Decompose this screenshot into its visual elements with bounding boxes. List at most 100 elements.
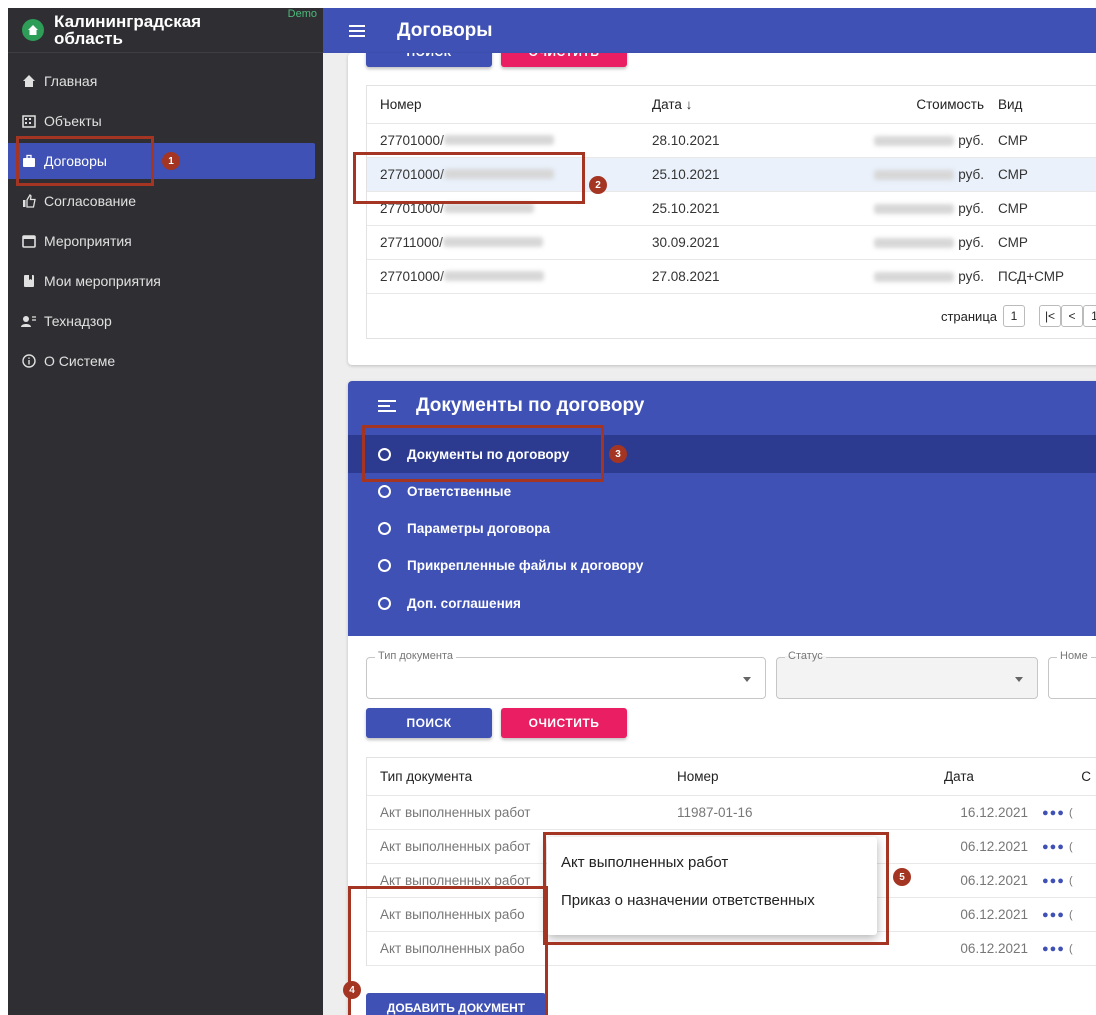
top-app-bar: Договоры: [323, 8, 1096, 53]
table-header: Тип документа Номер Дата С: [367, 758, 1096, 796]
add-document-menu: Акт выполненных работ Приказ о назначени…: [547, 837, 877, 935]
subnav-responsible[interactable]: Ответственные: [348, 472, 1096, 510]
annotation-badge-3: 3: [609, 445, 627, 463]
home-logo-icon[interactable]: [22, 19, 44, 41]
chevron-down-icon: [743, 677, 751, 682]
subnav-parameters[interactable]: Параметры договора: [348, 509, 1096, 547]
more-icon[interactable]: ●●●: [1042, 943, 1065, 955]
redacted: [442, 237, 543, 247]
contract-type: СМР: [998, 201, 1028, 216]
doc-clear-button[interactable]: очистить: [501, 708, 627, 738]
radio-icon: [378, 521, 391, 535]
redacted: [443, 135, 554, 145]
radio-icon: [378, 484, 391, 498]
column-doc-type[interactable]: Тип документа: [367, 769, 677, 784]
sidebar-item-label: О Системе: [44, 353, 116, 369]
building-icon: [20, 112, 38, 130]
extra-cell: (: [1069, 942, 1074, 955]
subnav-documents[interactable]: Документы по договору: [348, 435, 1096, 473]
contract-currency: руб.: [958, 201, 984, 216]
sidebar-item-objects[interactable]: Объекты: [8, 101, 323, 141]
contract-currency: руб.: [958, 167, 984, 182]
doc-date-cell: 06.12.2021: [960, 907, 1028, 922]
brand: Калининградская область Demo: [8, 8, 323, 53]
contracts-table: Номер Дата ↓ Стоимость Вид 27701000/ 28.…: [366, 85, 1096, 339]
extra-cell: (: [1069, 806, 1074, 819]
table-row[interactable]: 27711000/ 30.09.2021 руб. СМР: [367, 226, 1096, 260]
sidebar-item-supervision[interactable]: Технадзор: [8, 301, 323, 341]
table-row[interactable]: 27701000/ 27.08.2021 руб. ПСД+СМР: [367, 260, 1096, 294]
more-icon[interactable]: ●●●: [1042, 875, 1065, 887]
doc-type-select[interactable]: Тип документа: [366, 650, 766, 699]
column-type[interactable]: Вид: [992, 97, 1096, 112]
redacted: [874, 169, 955, 180]
column-date[interactable]: Дата ↓: [652, 97, 842, 112]
sidebar-item-label: Технадзор: [44, 313, 112, 329]
home-icon: [20, 72, 38, 90]
table-row[interactable]: Акт выполненных рабо 06.12.2021 ●●● (: [367, 932, 1096, 966]
first-page-button[interactable]: |<: [1039, 305, 1061, 327]
table-header: Номер Дата ↓ Стоимость Вид: [367, 86, 1096, 124]
column-doc-date[interactable]: Дата: [927, 769, 1042, 784]
contract-currency: руб.: [958, 235, 984, 250]
sidebar-item-about[interactable]: О Системе: [8, 341, 323, 381]
column-cost[interactable]: Стоимость: [842, 97, 992, 112]
contract-date: 30.09.2021: [652, 235, 720, 250]
demo-badge: Demo: [287, 8, 317, 20]
number-label: Номе: [1057, 650, 1091, 662]
contract-date: 28.10.2021: [652, 133, 720, 148]
add-document-button[interactable]: ДОБАВИТЬ ДОКУМЕНТ: [366, 993, 546, 1015]
page-number-button[interactable]: 1: [1083, 305, 1096, 327]
page-input[interactable]: 1: [1003, 305, 1025, 327]
doc-type-label: Тип документа: [375, 650, 457, 662]
redacted: [874, 203, 955, 214]
documents-title: Документы по договору: [416, 395, 645, 416]
doc-type-cell: Акт выполненных работ: [380, 805, 531, 820]
contract-number: 27701000/: [380, 269, 444, 284]
sidebar-item-events[interactable]: Мероприятия: [8, 221, 323, 261]
contract-currency: руб.: [958, 133, 984, 148]
calendar-icon: [20, 232, 38, 250]
column-doc-number[interactable]: Номер: [677, 769, 927, 784]
subnav-label: Ответственные: [407, 483, 512, 499]
contract-type: СМР: [998, 235, 1028, 250]
doc-search-button[interactable]: поиск: [366, 708, 492, 738]
subnav-label: Параметры договора: [407, 520, 551, 536]
brand-title: Калининградская область: [54, 12, 202, 48]
number-field[interactable]: Номе: [1048, 650, 1096, 699]
more-icon[interactable]: ●●●: [1042, 909, 1065, 921]
radio-icon: [378, 447, 391, 461]
prev-page-button[interactable]: <: [1061, 305, 1083, 327]
column-extra: С: [1081, 769, 1092, 784]
sidebar-item-my-events[interactable]: Мои мероприятия: [8, 261, 323, 301]
subnav-files[interactable]: Прикрепленные файлы к договору: [348, 546, 1096, 584]
column-number[interactable]: Номер: [367, 97, 652, 112]
table-row-selected[interactable]: 27701000/ 25.10.2021 руб. СМР: [367, 158, 1096, 192]
sidebar-item-approval[interactable]: Согласование: [8, 181, 323, 221]
search-button[interactable]: поиск: [366, 53, 492, 67]
doc-number-cell: 11987-01-16: [677, 805, 753, 820]
status-select[interactable]: Статус: [776, 650, 1038, 699]
redacted: [443, 271, 544, 281]
table-row[interactable]: 27701000/ 25.10.2021 руб. СМР: [367, 192, 1096, 226]
table-row[interactable]: 27701000/ 28.10.2021 руб. СМР: [367, 124, 1096, 158]
page-title: Договоры: [397, 19, 493, 41]
more-icon[interactable]: ●●●: [1042, 807, 1065, 819]
table-row[interactable]: Акт выполненных работ 11987-01-16 16.12.…: [367, 796, 1096, 830]
briefcase-icon: [20, 152, 38, 170]
menu-icon[interactable]: [349, 22, 365, 40]
sidebar-item-home[interactable]: Главная: [8, 61, 323, 101]
redacted: [874, 237, 955, 248]
extra-cell: (: [1069, 874, 1074, 887]
annotation-badge-4: 4: [343, 981, 361, 999]
more-icon[interactable]: ●●●: [1042, 841, 1065, 853]
radio-icon: [378, 558, 391, 572]
subnav-supplements[interactable]: Доп. соглашения: [348, 584, 1096, 622]
engineer-icon: [20, 312, 38, 330]
contract-number: 27701000/: [380, 201, 444, 216]
menu-item-order[interactable]: Приказ о назначении ответственных: [547, 881, 877, 919]
thumb-up-icon: [20, 192, 38, 210]
collapse-menu-icon[interactable]: [378, 397, 396, 415]
menu-item-act[interactable]: Акт выполненных работ: [547, 843, 877, 881]
clear-button[interactable]: очистить: [501, 53, 627, 67]
